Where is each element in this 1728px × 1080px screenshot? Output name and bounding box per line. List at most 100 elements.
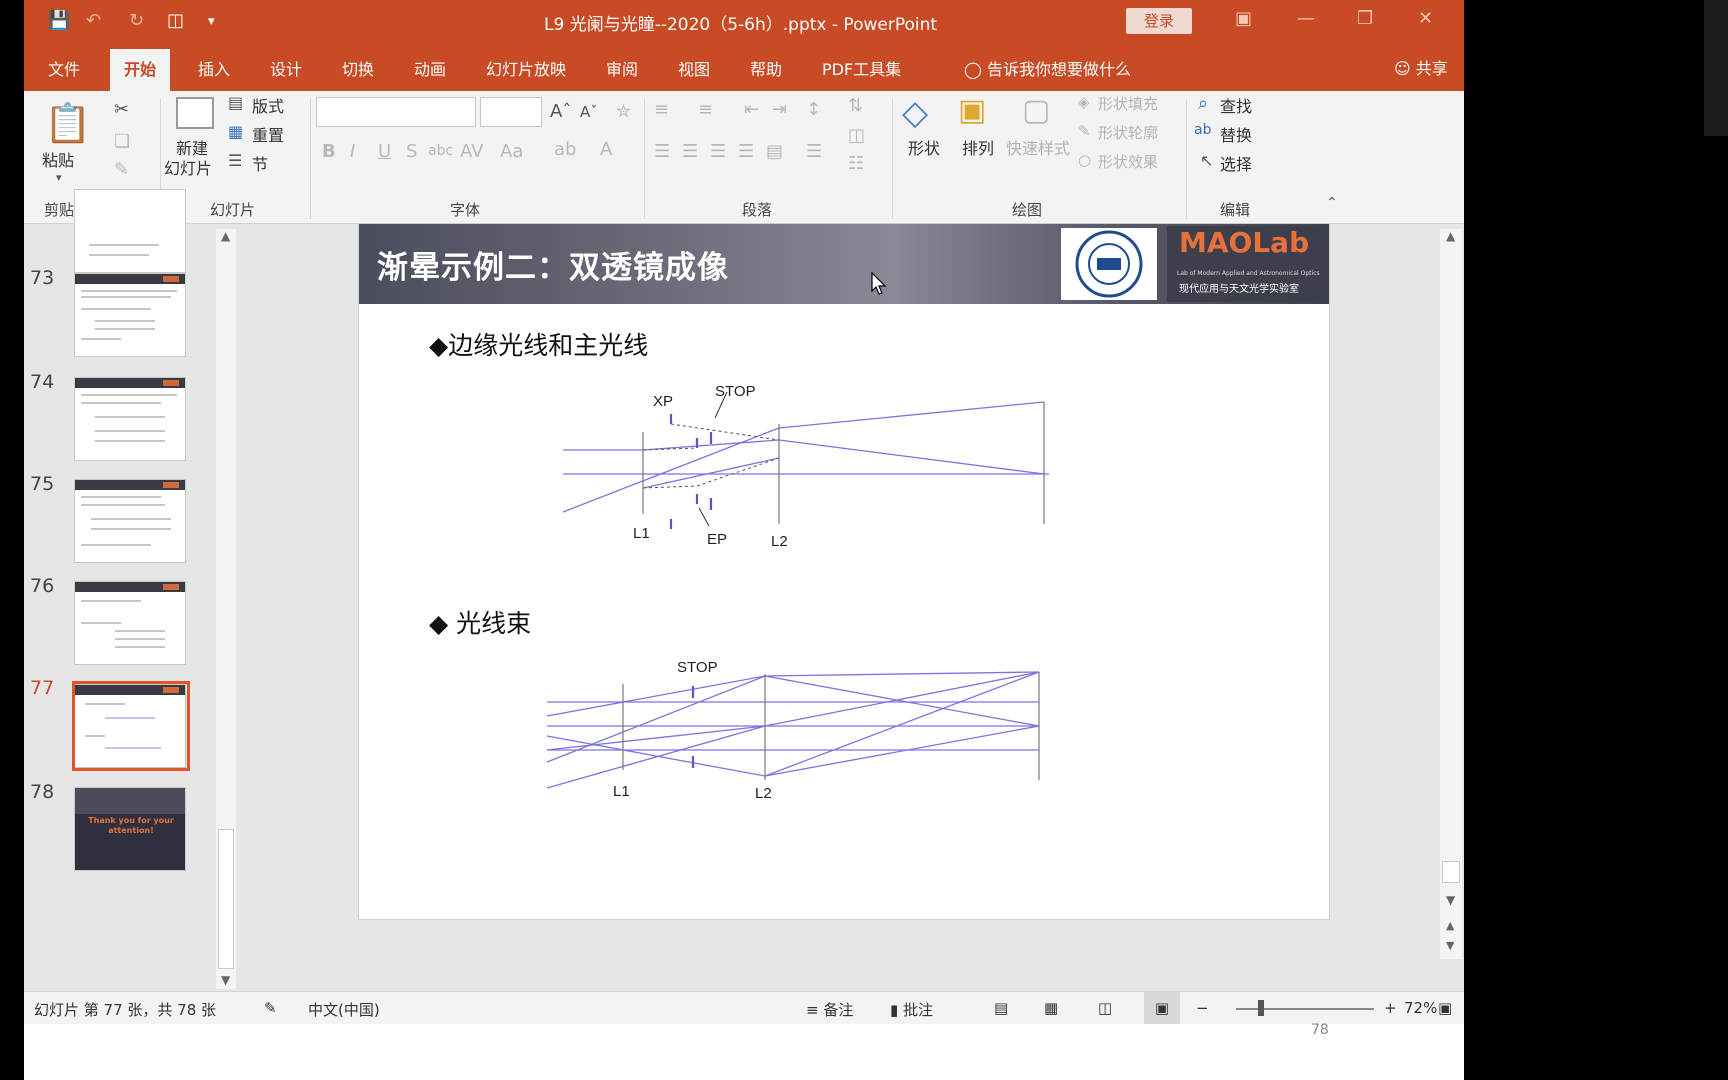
slide-thumbnail[interactable] [74, 479, 186, 563]
format-painter-icon[interactable]: ✎ [114, 159, 129, 180]
distributed-icon[interactable]: ▤ [766, 141, 783, 162]
tab-slideshow[interactable]: 幻灯片放映 [486, 56, 566, 80]
decrease-indent-icon[interactable]: ⇤ [744, 99, 759, 120]
shadow-icon[interactable]: S [406, 141, 417, 162]
slide-thumbnail[interactable] [74, 581, 186, 665]
zoom-out-icon[interactable]: − [1196, 999, 1209, 1017]
columns-icon[interactable]: ☰ [806, 141, 822, 162]
scroll-up-icon[interactable]: ▲ [221, 229, 230, 243]
thumbnail-scrollbar[interactable]: ▲ ▼ [216, 229, 236, 989]
cut-icon[interactable]: ✂ [114, 99, 129, 120]
notes-button[interactable]: ≡ 备注 [806, 999, 853, 1020]
close-icon[interactable]: ✕ [1418, 8, 1433, 29]
tab-view[interactable]: 视图 [678, 56, 710, 80]
share-button[interactable]: ☺ 共享 [1394, 55, 1448, 79]
highlight-icon[interactable]: ab [554, 139, 576, 160]
slide-scrollbar[interactable]: ▲ ▼ ▲ ▼ [1440, 229, 1462, 959]
smartart-icon[interactable]: ☷ [848, 153, 864, 174]
normal-view-icon[interactable]: ▤ [994, 999, 1008, 1017]
minimize-icon[interactable]: — [1297, 8, 1315, 29]
tab-review[interactable]: 审阅 [606, 56, 638, 80]
change-case-icon[interactable]: Aa [500, 141, 523, 162]
tab-animations[interactable]: 动画 [414, 56, 446, 80]
save-icon[interactable]: 💾 [48, 10, 70, 31]
reset-button[interactable]: 重置 [252, 122, 284, 146]
find-button[interactable]: 查找 [1220, 93, 1252, 117]
slideshow-view-icon[interactable]: ▣ [1144, 992, 1180, 1024]
copy-icon[interactable]: ❏ [114, 131, 130, 152]
bold-icon[interactable]: B [322, 141, 336, 162]
comment-icon: ▮ [890, 1001, 899, 1019]
select-button[interactable]: 选择 [1220, 151, 1252, 175]
tab-help[interactable]: 帮助 [750, 56, 782, 80]
language-indicator[interactable]: 中文(中国) [308, 999, 380, 1020]
font-color-icon[interactable]: A [600, 139, 612, 160]
zoom-in-icon[interactable]: + [1384, 999, 1397, 1017]
scroll-down-icon[interactable]: ▼ [1446, 893, 1455, 907]
slide-canvas[interactable]: 渐晕示例二：双透镜成像 MAOLab Lab of Modern Applied… [358, 223, 1330, 920]
scroll-thumb[interactable] [1442, 861, 1460, 883]
login-button[interactable]: 登录 [1126, 8, 1192, 34]
slide-thumbnail[interactable] [74, 273, 186, 357]
previous-slide-icon[interactable]: ▲ [1446, 919, 1454, 932]
zoom-level[interactable]: 72% [1404, 999, 1437, 1017]
tab-file[interactable]: 文件 [48, 56, 80, 80]
start-slideshow-icon[interactable]: ◫ [167, 10, 184, 31]
collapse-ribbon-icon[interactable]: ⌃ [1326, 195, 1338, 211]
mouse-cursor-icon [871, 272, 887, 295]
editing-group-label: 编辑 [1220, 201, 1251, 219]
replace-button[interactable]: 替换 [1220, 122, 1252, 146]
line-spacing-icon[interactable]: ↕ [806, 99, 821, 120]
scroll-down-icon[interactable]: ▼ [221, 973, 230, 987]
char-spacing-icon[interactable]: AV [460, 141, 483, 162]
tab-insert[interactable]: 插入 [198, 56, 230, 80]
layout-button[interactable]: 版式 [252, 93, 284, 117]
clear-format-icon[interactable]: ✮ [616, 101, 631, 122]
customize-qat-icon[interactable]: ▾ [208, 14, 215, 29]
reading-view-icon[interactable]: ◫ [1098, 999, 1112, 1017]
grow-font-icon[interactable]: Aˆ [550, 101, 571, 122]
strikethrough-icon[interactable]: abc [428, 143, 453, 159]
bullets-icon[interactable]: ≡ [654, 99, 669, 120]
fit-to-window-icon[interactable]: ▣ [1438, 999, 1452, 1017]
comments-button[interactable]: ▮ 批注 [890, 999, 933, 1020]
scroll-up-icon[interactable]: ▲ [1446, 229, 1455, 243]
tab-pdf-tools[interactable]: PDF工具集 [822, 56, 901, 80]
shrink-font-icon[interactable]: Aˇ [580, 103, 598, 121]
redo-icon[interactable]: ↻ [129, 10, 144, 31]
zoom-slider-thumb[interactable] [1258, 1000, 1264, 1016]
align-left-icon[interactable]: ☰ [654, 141, 670, 162]
shape-effects-button[interactable]: 形状效果 [1098, 151, 1158, 172]
font-family-combo[interactable] [316, 97, 476, 127]
italic-icon[interactable]: I [350, 141, 355, 162]
underline-icon[interactable]: U [378, 141, 391, 162]
spellcheck-icon[interactable]: ✎ [264, 999, 277, 1017]
slide-thumbnail[interactable] [74, 377, 186, 461]
section-button[interactable]: 节 [252, 151, 268, 175]
align-center-icon[interactable]: ☰ [682, 141, 698, 162]
shape-outline-button[interactable]: 形状轮廓 [1098, 122, 1158, 143]
tab-design[interactable]: 设计 [270, 56, 302, 80]
numbering-icon[interactable]: ≡ [698, 99, 713, 120]
align-text-icon[interactable]: ◫ [848, 125, 865, 146]
justify-icon[interactable]: ☰ [738, 141, 754, 162]
undo-icon[interactable]: ↶ [86, 10, 101, 31]
shape-fill-button[interactable]: 形状填充 [1098, 93, 1158, 114]
text-direction-icon[interactable]: ⇅ [848, 95, 863, 116]
zoom-slider[interactable] [1236, 1008, 1374, 1010]
next-slide-icon[interactable]: ▼ [1446, 939, 1454, 952]
font-size-combo[interactable] [480, 97, 542, 127]
increase-indent-icon[interactable]: ⇥ [772, 99, 787, 120]
slide-thumbnail[interactable] [74, 189, 186, 273]
quick-styles-icon: ▢ [1022, 93, 1051, 128]
tell-me-search[interactable]: ◯ 告诉我你想要做什么 [964, 56, 1131, 80]
slide-sorter-icon[interactable]: ▦ [1044, 999, 1058, 1017]
logo-subtitle-cn: 现代应用与天文光学实验室 [1179, 284, 1299, 295]
restore-icon[interactable]: ❐ [1357, 8, 1373, 29]
scroll-thumb[interactable] [218, 829, 234, 969]
slide-thumbnail[interactable]: Thank you for your attention! [74, 787, 186, 871]
tab-transitions[interactable]: 切换 [342, 56, 374, 80]
ribbon-display-icon[interactable]: ▣ [1235, 8, 1252, 29]
align-right-icon[interactable]: ☰ [710, 141, 726, 162]
tab-home[interactable]: 开始 [110, 49, 171, 91]
